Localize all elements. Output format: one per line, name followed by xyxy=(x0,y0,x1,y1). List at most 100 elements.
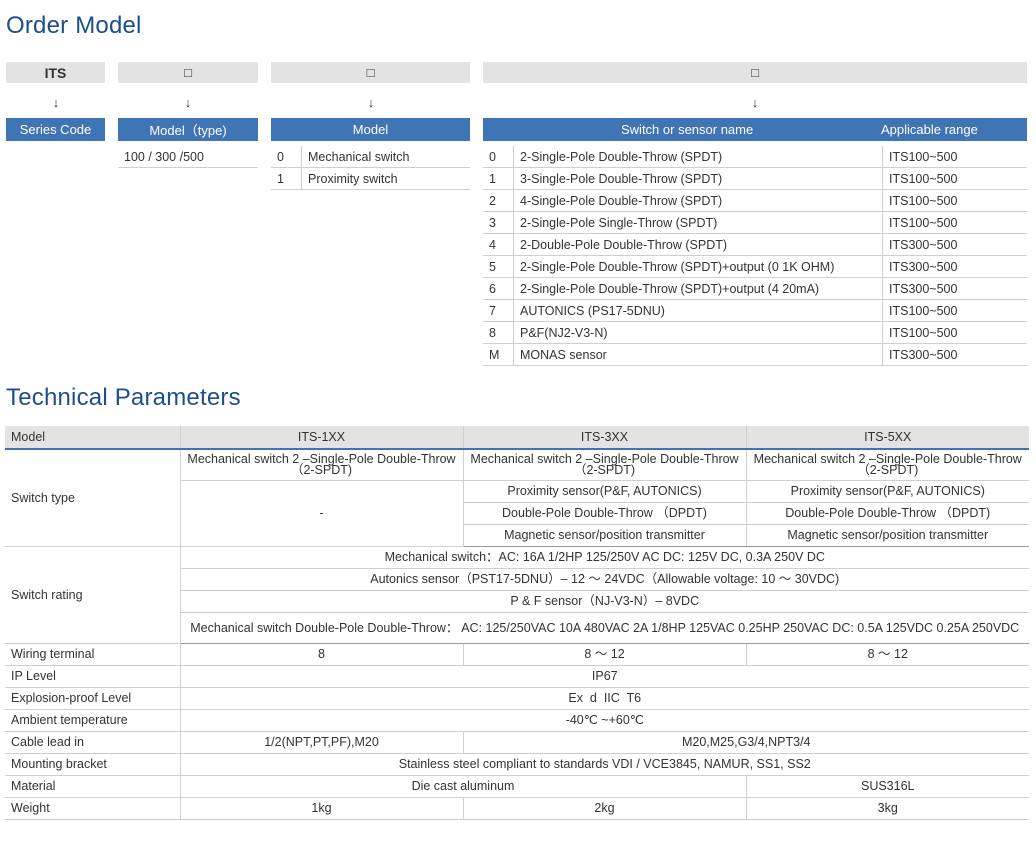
table-row: 0 Mechanical switch xyxy=(271,146,470,168)
switch-type-dpdt-5xx: Double-Pole Double-Throw （DPDT) xyxy=(746,502,1029,525)
table-row: Switch rating Mechanical switch：AC: 16A … xyxy=(5,546,1029,644)
model-type-box: □ xyxy=(118,62,258,83)
switch-rating-line: Mechanical switch：AC: 16A 1/2HP 125/250V… xyxy=(180,546,1029,569)
switch-type-magnetic-5xx: Magnetic sensor/position transmitter xyxy=(746,524,1029,547)
table-row: 100 / 300 /500 xyxy=(118,146,258,168)
table-row: Cable lead in 1/2(NPT,PT,PF),M20 M20,M25… xyxy=(5,731,1029,754)
switch-name: P&F(NJ2-V3-N) xyxy=(513,321,883,344)
ambient-label: Ambient temperature xyxy=(5,709,181,732)
down-arrow-icon: ↓ xyxy=(367,95,375,110)
wiring-label: Wiring terminal xyxy=(5,643,181,666)
switch-name-label: Switch or sensor name xyxy=(621,122,754,137)
switch-range: ITS100~500 xyxy=(882,167,1027,190)
switch-range: ITS100~500 xyxy=(882,299,1027,322)
weight-5xx: 3kg xyxy=(746,797,1029,820)
material-1xx-3xx: Die cast aluminum xyxy=(180,775,747,798)
cable-3xx-5xx: M20,M25,G3/4,NPT3/4 xyxy=(463,731,1029,754)
header-its-3xx: ITS-3XX xyxy=(463,426,747,450)
cable-1xx: 1/2(NPT,PT,PF),M20 xyxy=(180,731,464,754)
series-code-label: Series Code xyxy=(6,118,105,141)
switch-code: M xyxy=(483,343,514,366)
table-row: 4 2-Double-Pole Double-Throw (SPDT) ITS300… xyxy=(483,233,1027,256)
switch-type-label: Switch type xyxy=(5,449,181,547)
weight-3xx: 2kg xyxy=(463,797,747,820)
ambient-value: -40℃ ~+60℃ xyxy=(180,709,1029,732)
header-its-5xx: ITS-5XX xyxy=(746,426,1029,450)
down-arrow-icon: ↓ xyxy=(52,95,60,110)
model-name: Proximity switch xyxy=(301,167,470,190)
table-row: Switch type Mechanical switch 2 –Single-… xyxy=(5,449,1029,547)
model-box: □ xyxy=(271,62,470,83)
switch-code: 6 xyxy=(483,277,514,300)
model-table: 0 Mechanical switch 1 Proximity switch xyxy=(271,146,470,190)
weight-1xx: 1kg xyxy=(180,797,464,820)
explosion-value: Ex d IIC T6 xyxy=(180,687,1029,710)
switch-code: 8 xyxy=(483,321,514,344)
switch-type-dpdt-3xx: Double-Pole Double-Throw （DPDT) xyxy=(463,502,747,525)
switch-name: 2-Double-Pole Double-Throw (SPDT) xyxy=(513,233,883,256)
explosion-label: Explosion-proof Level xyxy=(5,687,181,710)
switch-range: ITS300~500 xyxy=(882,277,1027,300)
switch-code: 5 xyxy=(483,255,514,278)
switch-code: 4 xyxy=(483,233,514,256)
model-code: 0 xyxy=(271,146,302,168)
table-row: 1 Proximity switch xyxy=(271,167,470,190)
switch-name: 2-Single-Pole Single-Throw (SPDT) xyxy=(513,211,883,234)
applicable-range-label: Applicable range xyxy=(881,122,978,137)
switch-name: 4-Single-Pole Double-Throw (SPDT) xyxy=(513,189,883,212)
table-row: Material Die cast aluminum SUS316L xyxy=(5,775,1029,798)
switch-range: ITS300~500 xyxy=(882,233,1027,256)
material-label: Material xyxy=(5,775,181,798)
model-type-value: 100 / 300 /500 xyxy=(118,146,258,168)
series-code-box: ITS xyxy=(6,62,105,83)
ip-label: IP Level xyxy=(5,665,181,688)
switch-rating-line: Autonics sensor（PST17-5DNU）– 12 ～ 24VDC（… xyxy=(180,568,1029,591)
model-label: Model xyxy=(271,118,470,141)
ip-value: IP67 xyxy=(180,665,1029,688)
weight-label: Weight xyxy=(5,797,181,820)
switch-name: MONAS sensor xyxy=(513,343,883,366)
switch-header: Switch or sensor name Applicable range xyxy=(483,118,1027,141)
table-row: Wiring terminal 8 8 ～ 12 8 ～ 12 xyxy=(5,643,1029,666)
switch-rating-label: Switch rating xyxy=(5,546,181,644)
switch-name: 2-Single-Pole Double-Throw (SPDT) xyxy=(513,146,883,168)
table-row: 1 3-Single-Pole Double-Throw (SPDT) ITS100… xyxy=(483,167,1027,190)
material-5xx: SUS316L xyxy=(746,775,1029,798)
table-row: 8 P&F(NJ2-V3-N) ITS100~500 xyxy=(483,321,1027,344)
switch-code: 2 xyxy=(483,189,514,212)
switch-rating-line: Mechanical switch Double-Pole Double-Thr… xyxy=(180,612,1029,644)
switch-type-proximity-5xx: Proximity sensor(P&F, AUTONICS) xyxy=(746,480,1029,503)
switch-code: 7 xyxy=(483,299,514,322)
down-arrow-icon: ↓ xyxy=(751,95,759,110)
table-row: IP Level IP67 xyxy=(5,665,1029,688)
table-row: Weight 1kg 2kg 3kg xyxy=(5,797,1029,820)
wiring-1xx: 8 xyxy=(180,643,464,666)
switch-range: ITS300~500 xyxy=(882,343,1027,366)
switch-range: ITS100~500 xyxy=(882,189,1027,212)
wiring-3xx: 8 ～ 12 xyxy=(463,643,747,666)
model-code: 1 xyxy=(271,167,302,190)
table-row: 5 2-Single-Pole Double-Throw (SPDT)+outpu… xyxy=(483,255,1027,278)
switch-name: 2-Single-Pole Double-Throw (SPDT)+output… xyxy=(513,277,883,300)
switch-box: □ xyxy=(483,62,1027,83)
technical-parameters-table: Model ITS-1XX ITS-3XX ITS-5XX Switch typ… xyxy=(5,426,1029,820)
table-row: 7 AUTONICS (PS17-5DNU) ITS100~500 xyxy=(483,299,1027,322)
wiring-5xx: 8 ～ 12 xyxy=(746,643,1029,666)
table-row: Ambient temperature -40℃ ~+60℃ xyxy=(5,709,1029,732)
order-model-title: Order Model xyxy=(6,12,142,39)
switch-code: 1 xyxy=(483,167,514,190)
switch-name: 3-Single-Pole Double-Throw (SPDT) xyxy=(513,167,883,190)
switch-type-mech-5xx: Mechanical switch 2 –Single-Pole Double-… xyxy=(746,449,1029,481)
switch-range: ITS100~500 xyxy=(882,321,1027,344)
switch-rating-line: P & F sensor（NJ-V3-N）– 8VDC xyxy=(180,590,1029,613)
table-header-row: Model ITS-1XX ITS-3XX ITS-5XX xyxy=(5,426,1029,450)
switch-type-proximity-3xx: Proximity sensor(P&F, AUTONICS) xyxy=(463,480,747,503)
switch-range: ITS100~500 xyxy=(882,211,1027,234)
table-row: 2 4-Single-Pole Double-Throw (SPDT) ITS100… xyxy=(483,189,1027,212)
table-row: M MONAS sensor ITS300~500 xyxy=(483,343,1027,366)
table-row: 6 2-Single-Pole Double-Throw (SPDT)+outpu… xyxy=(483,277,1027,300)
model-type-label: Model（type) xyxy=(118,118,258,141)
table-row: 0 2-Single-Pole Double-Throw (SPDT) ITS100… xyxy=(483,146,1027,168)
switch-type-mech-1xx: Mechanical switch 2 –Single-Pole Double-… xyxy=(180,449,464,481)
switch-name: AUTONICS (PS17-5DNU) xyxy=(513,299,883,322)
